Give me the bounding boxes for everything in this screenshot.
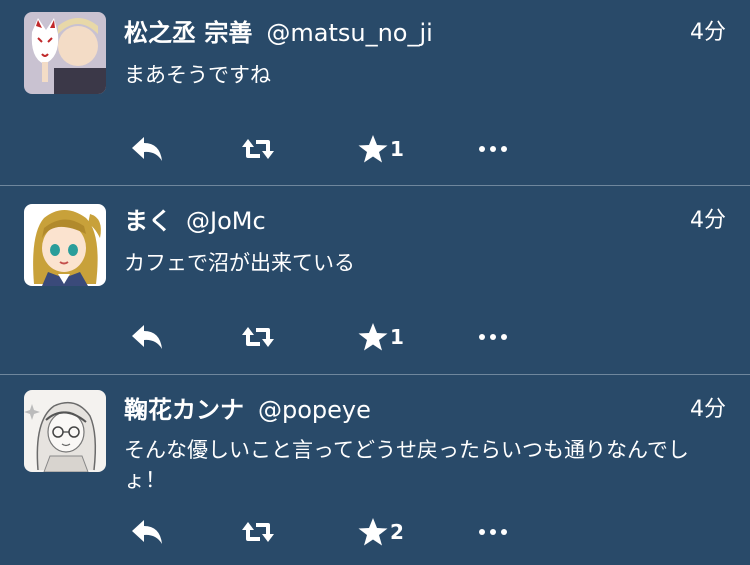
- retweet-button[interactable]: [242, 516, 274, 548]
- favorite-count: 1: [390, 325, 404, 349]
- tweet[interactable]: 鞠花カンナ @popeye 4分 そんな優しいこと言ってどうせ戻ったらいつも通りな…: [0, 375, 750, 565]
- timestamp: 4分: [690, 208, 726, 233]
- tweet-text: そんな優しいこと言ってどうせ戻ったらいつも通りなんでしょ！: [124, 438, 689, 492]
- favorite-button[interactable]: 1: [358, 321, 404, 353]
- display-name-text: 鞠花カンナ: [124, 396, 244, 424]
- more-icon: [479, 146, 507, 152]
- timestamp: 4分: [690, 20, 726, 45]
- reply-button[interactable]: [130, 321, 164, 353]
- avatar[interactable]: [24, 12, 106, 94]
- star-icon: [358, 135, 388, 163]
- more-button[interactable]: [478, 516, 508, 548]
- retweet-icon: [242, 522, 274, 542]
- avatar-fox-mask-icon: [24, 12, 106, 94]
- avatar[interactable]: [24, 390, 106, 472]
- tweet-actions: 1: [124, 321, 544, 353]
- more-icon: [479, 529, 507, 535]
- more-button[interactable]: [478, 321, 508, 353]
- retweet-button[interactable]: [242, 133, 274, 165]
- favorite-count: 1: [390, 137, 404, 161]
- reply-icon: [132, 520, 162, 544]
- favorite-count: 2: [390, 520, 404, 544]
- user-handle: @JoMc: [186, 207, 266, 235]
- retweet-icon: [242, 139, 274, 159]
- tweet-text: まあそうですね: [124, 63, 271, 87]
- display-name[interactable]: まく @JoMc: [124, 206, 266, 236]
- display-name-text: 松之丞 宗善: [124, 19, 253, 47]
- user-handle: @matsu_no_ji: [266, 19, 433, 47]
- more-button[interactable]: [478, 133, 508, 165]
- reply-button[interactable]: [130, 133, 164, 165]
- favorite-button[interactable]: 2: [358, 516, 404, 548]
- reply-button[interactable]: [130, 516, 164, 548]
- tweet-text: カフェで沼が出来ている: [124, 251, 355, 275]
- reply-icon: [132, 325, 162, 349]
- avatar[interactable]: [24, 204, 106, 286]
- retweet-button[interactable]: [242, 321, 274, 353]
- display-name[interactable]: 松之丞 宗善 @matsu_no_ji: [124, 18, 433, 48]
- timestamp: 4分: [690, 397, 726, 422]
- tweet[interactable]: 松之丞 宗善 @matsu_no_ji 4分 まあそうですね 1: [0, 0, 750, 185]
- tweet-actions: 1: [124, 133, 544, 165]
- display-name-text: まく: [124, 207, 172, 235]
- favorite-button[interactable]: 1: [358, 133, 404, 165]
- display-name[interactable]: 鞠花カンナ @popeye: [124, 395, 371, 425]
- timeline: 松之丞 宗善 @matsu_no_ji 4分 まあそうですね 1 まく @JoM…: [0, 0, 750, 565]
- user-handle: @popeye: [258, 396, 371, 424]
- star-icon: [358, 323, 388, 351]
- retweet-icon: [242, 327, 274, 347]
- tweet[interactable]: まく @JoMc 4分 カフェで沼が出来ている 1: [0, 186, 750, 374]
- avatar-sketch-icon: [24, 390, 106, 472]
- avatar-anime-girl-icon: [24, 204, 106, 286]
- star-icon: [358, 518, 388, 546]
- tweet-actions: 2: [124, 516, 544, 548]
- reply-icon: [132, 137, 162, 161]
- more-icon: [479, 334, 507, 340]
